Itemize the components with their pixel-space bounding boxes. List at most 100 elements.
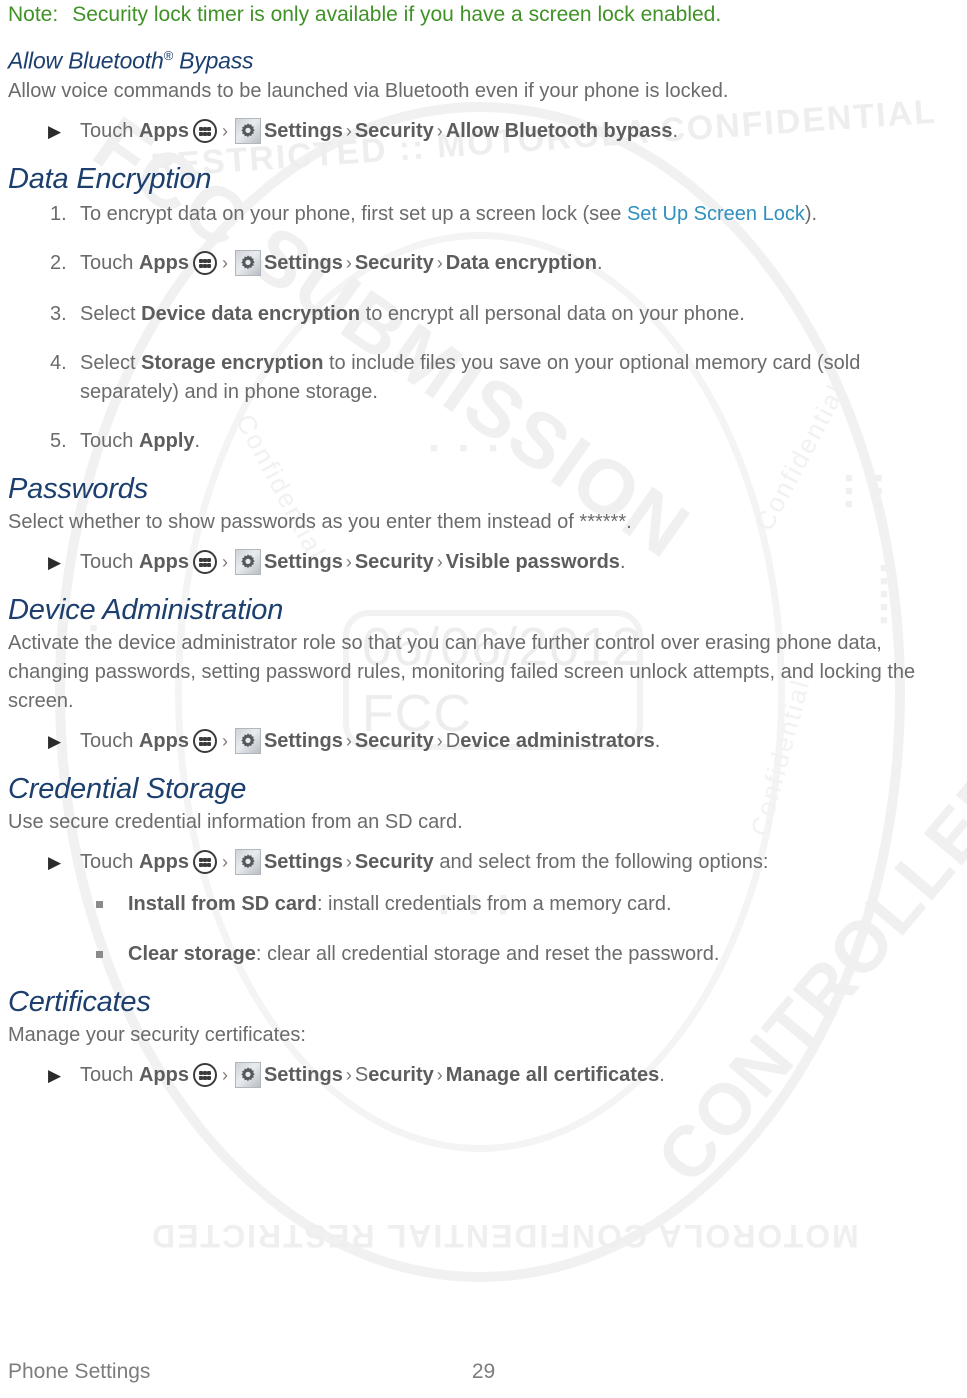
device-administration-intro: Activate the device administrator role s… [8,631,916,712]
list-item: ▶ Touch Apps › Settings › Security › Device adm… [8,726,957,756]
target-label: Manage all certificates [445,1063,660,1086]
security-lead-letter: S [354,1063,369,1086]
chevron-icon: › [221,851,228,872]
arrow-bullet-icon: ▶ [48,852,62,872]
heading-device-administration: Device Administration [8,593,284,626]
security-label: ecurity [368,1063,434,1086]
step-touch-label: Touch [80,1063,134,1086]
target-label: evice administrators [460,729,655,752]
chevron-icon: › [345,1064,352,1085]
chevron-icon: › [345,851,352,872]
watermark-ring-bottom-text: MOTOROLA CONFIDENTIAL RESTRICTED [150,1218,859,1254]
apps-label: Apps [138,251,189,274]
chevron-icon: › [436,252,443,273]
list-item: ▶ Touch Apps › Settings › Security › Allow Blue… [8,116,957,146]
apps-label: Apps [138,1063,189,1086]
chevron-icon: › [221,551,228,572]
chevron-icon: › [345,730,352,751]
step-touch-label: Touch [80,550,134,573]
list-item: 5. Touch Apply. [8,427,957,456]
heading-allow-bluetooth-bypass-pre: Allow Bluetooth [8,47,164,74]
settings-label: Settings [263,850,343,873]
sentence-period: . [659,1063,665,1086]
cross-reference-link[interactable]: Set Up Screen Lock [627,203,805,225]
settings-label: Settings [263,550,343,573]
apps-grid-icon [192,728,217,753]
apps-label: Apps [138,550,189,573]
credential-storage-options: Install from SD card: install credential… [8,889,957,969]
gear-icon [234,848,261,875]
chevron-icon: › [436,120,443,141]
apps-grid-icon [192,250,217,275]
target-lead-letter: D [445,729,461,752]
apps-grid-icon [192,849,217,874]
chevron-icon: › [221,120,228,141]
option-description: : clear all credential storage and reset… [255,942,720,965]
step-bold-term: Device data encryption [141,302,361,325]
chevron-icon: › [221,1064,228,1085]
settings-label: Settings [263,251,343,274]
apps-grid-icon [192,549,217,574]
page-footer: Phone Settings 29 [0,1360,967,1384]
step-bold-term: Apply [138,429,195,452]
chevron-icon: › [345,252,352,273]
step-touch-label: Touch [80,729,134,752]
option-label: Install from SD card [128,892,317,915]
security-label: Security [354,251,434,274]
apps-label: Apps [138,729,189,752]
certificates-intro: Manage your security certificates: [8,1023,306,1046]
arrow-bullet-icon: ▶ [48,121,62,141]
apps-grid-icon [192,118,217,143]
square-bullet-icon [96,950,103,958]
allow-bluetooth-bypass-intro: Allow voice commands to be launched via … [8,79,729,102]
step-text-pre: Select [80,302,142,325]
list-item: ▶ Touch Apps › Settings › Security › Visible pa… [8,547,957,577]
heading-allow-bluetooth-bypass-post: Bypass [172,47,254,74]
list-item: ▶ Touch Apps › Settings › Security and select… [8,847,957,877]
footer-page-number: 29 [471,1360,496,1383]
credential-storage-steps: ▶ Touch Apps › Settings › Security and select… [8,847,957,877]
registered-mark: ® [163,48,174,63]
note-text: Security lock timer is only available if… [72,3,722,26]
chevron-icon: › [436,1064,443,1085]
step-number: 2. [50,251,67,274]
sentence-period: . [596,251,603,274]
note-label: Note: [8,3,59,26]
arrow-bullet-icon: ▶ [48,552,62,572]
list-item: 2. Touch Apps › Settings › Security › Data encr… [8,249,957,278]
chevron-icon: › [345,551,352,572]
gear-icon [234,117,261,144]
sentence-period: . [654,729,661,752]
chevron-icon: › [436,551,443,572]
step-text-pre: Select [80,351,142,374]
sentence-period: . [672,119,679,142]
heading-allow-bluetooth-bypass: Allow Bluetooth® Bypass [8,42,957,75]
target-label: Allow Bluetooth bypass [445,119,673,142]
step-touch-label: Touch [80,119,134,142]
step-text-pre: Touch [80,429,139,452]
passwords-intro: Select whether to show passwords as you … [8,510,632,533]
chevron-icon: › [345,120,352,141]
credential-storage-intro: Use secure credential information from a… [8,810,463,833]
list-item: Install from SD card: install credential… [8,889,957,919]
target-label: Visible passwords [445,550,620,573]
note-callout: Note: Security lock timer is only availa… [8,2,957,28]
step-number: 5. [50,429,67,452]
apps-grid-icon [192,1062,217,1087]
heading-credential-storage: Credential Storage [8,772,247,805]
heading-passwords: Passwords [8,472,149,505]
arrow-bullet-icon: ▶ [48,1065,62,1085]
arrow-bullet-icon: ▶ [48,731,62,751]
list-item: 4. Select Storage encryption to include f… [8,349,957,407]
security-label: Security [354,729,434,752]
step-text-post: ). [804,202,818,225]
option-description: : install credentials from a memory card… [316,892,672,915]
list-item: Clear storage: clear all credential stor… [8,939,957,969]
list-item: ▶ Touch Apps › Settings › Security › Manage all… [8,1060,957,1090]
target-label: Data encryption [445,251,597,274]
step-number: 3. [50,302,67,325]
chevron-icon: › [221,252,228,273]
document-page: Note: Security lock timer is only availa… [0,2,967,1090]
step-text-post: to encrypt all personal data on your pho… [360,302,745,325]
step-tail-text: and select from the following options: [433,850,769,873]
